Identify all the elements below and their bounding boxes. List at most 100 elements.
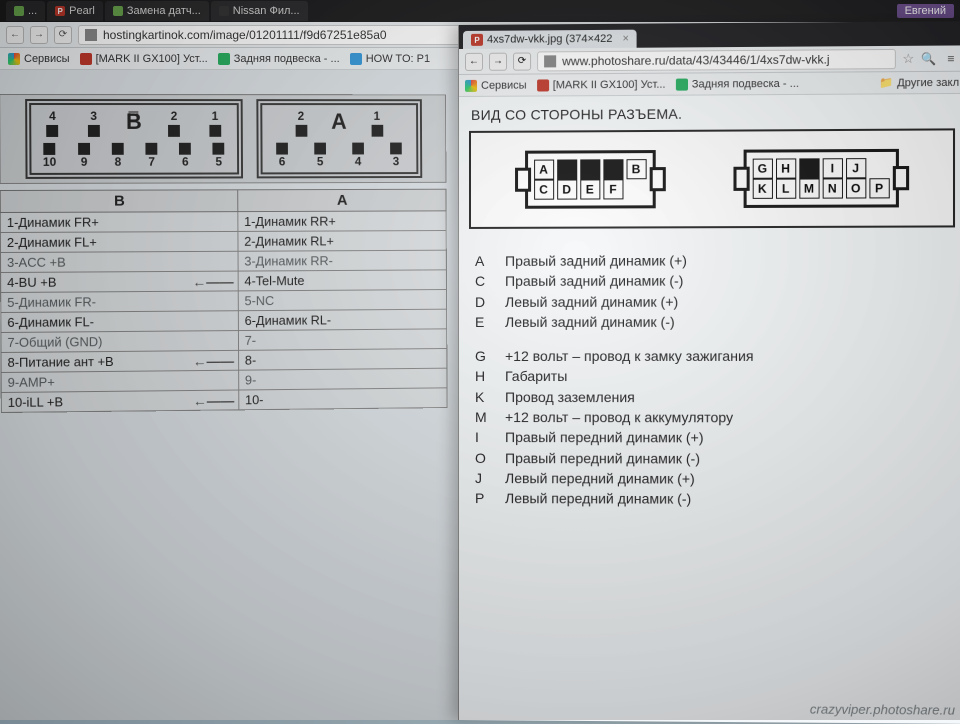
cell-a: 6-Динамик RL- <box>238 309 447 330</box>
iso-pin: A <box>534 160 554 180</box>
tab-label: Замена датч... <box>127 5 201 17</box>
favicon-p-icon: P <box>471 34 483 46</box>
pin: 5 <box>314 141 326 169</box>
reload-button[interactable]: ⟳ <box>513 52 531 70</box>
bookmark-item[interactable]: [MARK II GX100] Уст... <box>80 53 208 65</box>
cell-b: 9-AMP+ <box>1 370 238 392</box>
cell-b: 3-ACC +B <box>0 251 237 272</box>
folder-icon: 📁 <box>879 76 893 89</box>
legend-text: Левый задний динамик (+) <box>505 291 678 312</box>
tab-active[interactable]: P 4xs7dw-vkk.jpg (374×422 × <box>463 30 637 49</box>
pinout-table: B A 1-Динамик FR+1-Динамик RR+2-Динамик … <box>0 189 448 413</box>
iso-pin: H <box>775 158 795 178</box>
legend-text: +12 вольт – провод к аккумулятору <box>505 407 733 428</box>
search-icon[interactable]: 🔍 <box>920 50 936 66</box>
bm-label: Другие закл <box>897 76 959 89</box>
table-row: 2-Динамик FL+2-Динамик RL+ <box>0 231 446 253</box>
pin: 2 <box>295 109 307 137</box>
iso-pin: L <box>775 179 795 199</box>
cell-b: 5-Динамик FR- <box>1 291 238 313</box>
legend-row: KПровод заземления <box>475 387 955 408</box>
cell-a: 8- <box>238 349 447 371</box>
cell-a: 3-Динамик RR- <box>238 250 447 271</box>
legend-key: P <box>475 488 493 508</box>
cell-a: 10- <box>239 388 448 410</box>
menu-icon[interactable]: ≡ <box>943 50 959 66</box>
bookmark-item[interactable]: Задняя подвеска - ... <box>676 77 799 90</box>
iso-pin <box>799 158 819 178</box>
url-text: hostingkartinok.com/image/01201111/f9d67… <box>103 28 387 42</box>
tab[interactable]: ... <box>6 1 45 21</box>
watermark-text: crazyviper.photoshare.ru <box>810 702 955 718</box>
user-badge[interactable]: Евгений <box>897 4 954 18</box>
legend-row: H Габариты <box>475 366 955 387</box>
pin: 7 <box>146 141 158 169</box>
iso-pin <box>580 159 600 179</box>
pin: 10 <box>43 141 56 169</box>
hand-arrow-icon: ←—— <box>192 273 233 289</box>
back-button[interactable]: ← <box>465 52 483 70</box>
legend-key: K <box>475 387 493 407</box>
cell-a: 1-Динамик RR+ <box>238 211 447 232</box>
bm-label: [MARK II GX100] Уст... <box>96 53 208 65</box>
iso-pin: F <box>603 179 623 199</box>
tab[interactable]: Замена датч... <box>105 1 209 21</box>
bm-label: [MARK II GX100] Уст... <box>553 78 666 91</box>
tab[interactable]: PPearl <box>47 1 103 21</box>
front-tabstrip: P 4xs7dw-vkk.jpg (374×422 × <box>459 21 960 49</box>
diagram-title: ВИД СО СТОРОНЫ РАЗЪЕМА. <box>471 104 955 123</box>
legend-text: Левый задний динамик (-) <box>505 312 675 333</box>
connector-label-b: B <box>126 109 142 135</box>
legend-key: A <box>475 251 493 271</box>
bookmark-item[interactable]: Задняя подвеска - ... <box>218 53 340 65</box>
legend-key: D <box>475 292 493 312</box>
forward-button[interactable]: → <box>30 26 48 44</box>
back-button[interactable]: ← <box>6 26 24 44</box>
bookmark-star-icon[interactable]: ☆ <box>902 50 914 66</box>
iso-pin: I <box>822 158 842 178</box>
reload-button[interactable]: ⟳ <box>54 26 72 44</box>
front-browser-window: P 4xs7dw-vkk.jpg (374×422 × ← → ⟳ www.ph… <box>458 21 960 724</box>
hand-arrow-icon: ←—— <box>193 392 234 408</box>
iso-pin <box>557 159 577 179</box>
table-row: 1-Динамик FR+1-Динамик RR+ <box>0 211 446 233</box>
front-bookmark-bar: Сервисы [MARK II GX100] Уст... Задняя по… <box>459 72 960 97</box>
legend-key: M <box>475 407 493 427</box>
tab-label: Nissan Фил... <box>233 5 300 17</box>
bm-label: Сервисы <box>24 53 70 65</box>
connector-a: A 21 6543 <box>256 99 422 178</box>
apps-button[interactable]: Сервисы <box>8 53 70 65</box>
legend-row: IПравый передний динамик (+) <box>475 427 955 448</box>
tab[interactable]: Nissan Фил... <box>211 1 308 21</box>
cell-b: 1-Динамик FR+ <box>0 212 237 233</box>
apps-button[interactable]: Сервисы <box>465 79 527 91</box>
cell-b: 7-Общий (GND) <box>1 331 238 353</box>
bookmark-item[interactable]: [MARK II GX100] Уст... <box>537 78 666 91</box>
bookmark-item[interactable]: HOW TO: P1 <box>350 53 430 65</box>
legend-row: M +12 вольт – провод к аккумулятору <box>475 407 955 428</box>
hand-arrow-icon: ←—— <box>193 352 234 368</box>
legend-key: H <box>475 366 493 386</box>
cell-b: 6-Динамик FL- <box>1 311 238 333</box>
legend-text: Габариты <box>505 366 567 386</box>
legend-key: J <box>475 468 493 488</box>
front-page-content: ВИД СО СТОРОНЫ РАЗЪЕМА. AB CDEF GHIJ KLM… <box>459 94 960 724</box>
pin: 3 <box>390 141 402 169</box>
back-browser-tabstrip: ... PPearl Замена датч... Nissan Фил... … <box>0 0 960 22</box>
pins-bottom: 6543 <box>268 141 410 169</box>
close-tab-icon[interactable]: × <box>623 33 629 45</box>
iso-pin: C <box>534 180 554 200</box>
address-bar[interactable]: www.photoshare.ru/data/43/43446/1/4xs7dw… <box>537 48 896 71</box>
iso-pin: K <box>752 179 772 199</box>
iso-connector-right: GHIJ KLMNOP <box>743 149 898 208</box>
pin: 3 <box>88 109 100 137</box>
pin: 4 <box>352 141 364 169</box>
iso-pin: E <box>580 179 600 199</box>
forward-button[interactable]: → <box>489 52 507 70</box>
tab-label: ... <box>28 5 37 17</box>
iso-connector-diagram: AB CDEF GHIJ KLMNOP <box>469 128 955 229</box>
legend-row: CПравый задний динамик (-) <box>475 270 955 291</box>
legend-row: OПравый передний динамик (-) <box>475 448 955 469</box>
iso-pin: D <box>557 180 577 200</box>
other-bookmarks[interactable]: 📁 Другие закл <box>879 76 959 90</box>
